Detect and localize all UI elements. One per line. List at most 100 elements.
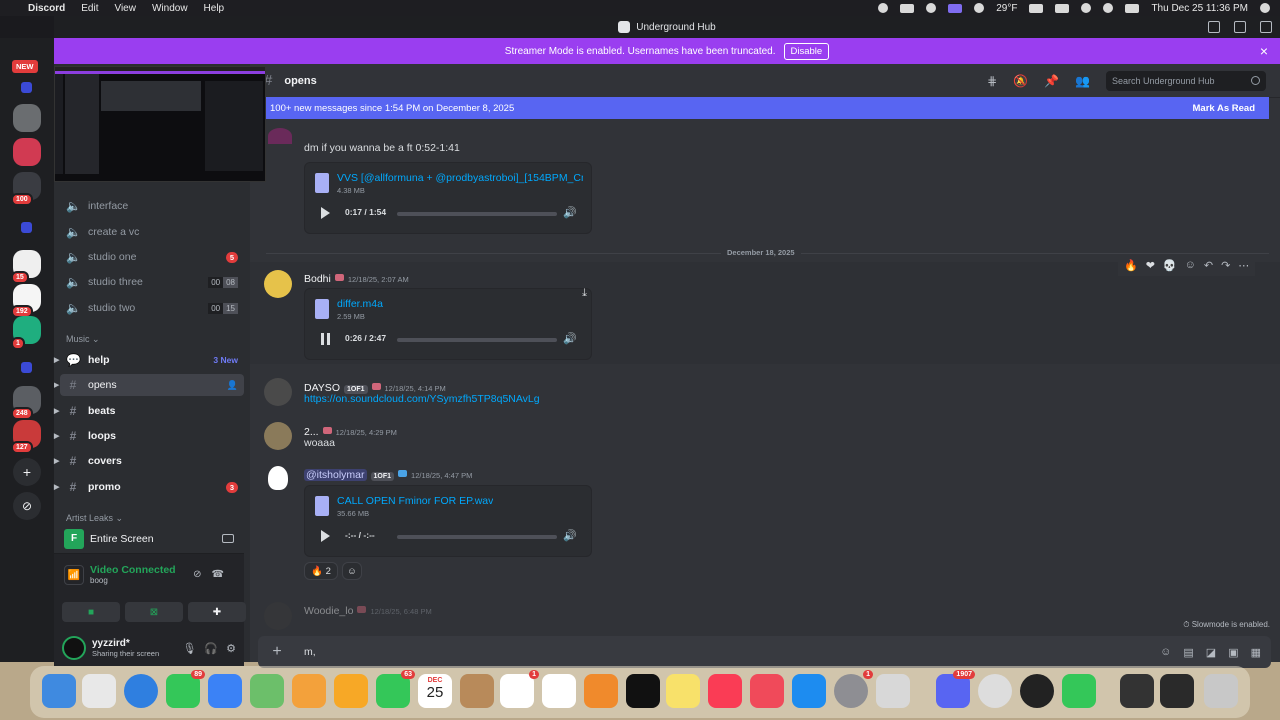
username[interactable]: @itsholymar [304, 469, 367, 481]
freeform-icon[interactable] [542, 674, 576, 708]
signal-icon[interactable]: 📶 [64, 564, 84, 585]
server-icon-1[interactable] [13, 104, 41, 132]
message-link[interactable]: https://on.soundcloud.com/YSymzfh5TP8q5N… [304, 393, 540, 405]
seek-bar[interactable] [397, 535, 557, 539]
image-icon[interactable]: ▣ [1228, 646, 1238, 659]
photos-icon[interactable] [292, 674, 326, 708]
channel-studio-three[interactable]: 🔈 studio three 00 08 [60, 271, 244, 293]
extension-icon[interactable] [974, 3, 985, 13]
server-folder-2[interactable] [13, 214, 41, 242]
seek-bar[interactable] [397, 338, 557, 342]
apple-tv-icon[interactable] [626, 674, 660, 708]
server-icon-8[interactable]: 127 [11, 420, 41, 454]
mail-icon[interactable] [208, 674, 242, 708]
contacts-icon[interactable] [460, 674, 494, 708]
gif-icon[interactable]: ▤ [1183, 646, 1193, 659]
iphone-mirroring-icon[interactable] [876, 674, 910, 708]
reply-icon[interactable]: ↶ [1204, 259, 1213, 272]
camera-button[interactable]: ■ [62, 602, 120, 622]
news-icon[interactable] [750, 674, 784, 708]
gear-icon[interactable]: ⚙ [226, 642, 236, 655]
battery-icon[interactable] [1055, 3, 1070, 13]
headphones-icon[interactable]: 🎧 [204, 642, 218, 655]
message-composer[interactable]: + m, ☺ ▤ ◪ ▣ ▦ [258, 636, 1271, 668]
calendar-icon[interactable]: DEC 25 [418, 674, 452, 708]
server-icon-3[interactable]: 100 [11, 172, 41, 206]
skull-reaction-icon[interactable]: 💀 [1163, 259, 1177, 272]
voice-channel-name[interactable]: boog [90, 576, 176, 585]
gift-icon[interactable]: ☺ [1160, 646, 1171, 659]
mute-bell-icon[interactable]: 🔕 [1013, 74, 1028, 88]
facetime-icon[interactable]: 63 [376, 670, 415, 708]
disc-utility-icon[interactable] [978, 674, 1012, 708]
server-icon-2[interactable] [13, 138, 41, 166]
window-thumbnail[interactable] [1120, 674, 1154, 708]
username[interactable]: yyzzird* [92, 638, 159, 649]
voice-status-label[interactable]: Video Connected [90, 564, 176, 576]
channel-beats[interactable]: ▶ # beats [54, 400, 244, 422]
disable-button[interactable]: Disable [783, 42, 830, 60]
download-icon[interactable]: ⤓ [582, 287, 587, 300]
explore-icon[interactable]: ⊘ [13, 492, 41, 520]
volume-icon[interactable]: 🔊 [563, 206, 577, 219]
activities-button[interactable]: ✚ [188, 602, 246, 622]
reminders-icon[interactable]: 1 [500, 670, 539, 708]
avatar[interactable] [264, 270, 292, 298]
help-icon[interactable] [1260, 21, 1272, 33]
messages-icon[interactable]: 89 [166, 670, 205, 708]
siri-icon[interactable] [1260, 3, 1270, 13]
fire-reaction-icon[interactable]: 🔥 [1124, 259, 1138, 272]
reaction-fire[interactable]: 🔥 2 [304, 562, 338, 580]
category-music[interactable]: Music ⌄ [66, 334, 100, 345]
window-icon[interactable] [1029, 3, 1044, 13]
avatar[interactable] [264, 422, 292, 450]
server-icon-6[interactable]: 1 [11, 316, 41, 350]
music-icon[interactable] [708, 674, 742, 708]
fl-studio-icon[interactable] [584, 674, 618, 708]
screen-share-icon[interactable] [948, 3, 963, 13]
discord-icon[interactable]: 1907 [936, 670, 975, 708]
pages-icon[interactable] [334, 674, 368, 708]
clock-text[interactable]: Thu Dec 25 11:36 PM [1151, 3, 1248, 14]
stream-preview-row[interactable]: F Entire Screen [54, 524, 244, 554]
screen-share-button[interactable]: ⊠ [125, 602, 183, 622]
obs-icon[interactable] [1020, 674, 1054, 708]
server-icon-4[interactable]: 15 [11, 250, 41, 284]
voice-controls-icon[interactable]: ⊘☎ [193, 569, 234, 580]
menu-edit[interactable]: Edit [81, 3, 98, 14]
menu-app-name[interactable]: Discord [28, 3, 65, 14]
maps-icon[interactable] [250, 674, 284, 708]
file-name[interactable]: differ.m4a [337, 298, 383, 310]
control-center-icon[interactable] [1125, 3, 1140, 13]
window-thumbnail[interactable] [1160, 674, 1194, 708]
menu-view[interactable]: View [114, 3, 136, 14]
pin-icon[interactable]: 📌 [1044, 74, 1059, 88]
invite-icon[interactable]: 👤 [227, 380, 238, 391]
pin-icon[interactable] [1208, 21, 1220, 33]
forward-icon[interactable]: ↷ [1221, 259, 1230, 272]
username[interactable]: Woodie_lo [304, 605, 353, 617]
status-icon[interactable] [878, 3, 889, 13]
safari-icon[interactable] [124, 674, 158, 708]
screen-share-preview[interactable] [54, 66, 266, 182]
volume-icon[interactable]: 🔊 [563, 529, 577, 542]
inbox-icon[interactable] [1234, 21, 1246, 33]
channel-covers[interactable]: ▶ # covers [54, 450, 244, 472]
apps-icon[interactable]: ▦ [1251, 646, 1261, 659]
focus-icon[interactable] [926, 3, 937, 13]
add-reaction-button[interactable]: ☺ [342, 562, 362, 580]
stop-stream-icon[interactable] [222, 534, 234, 543]
server-folder-3[interactable] [13, 354, 41, 382]
avatar[interactable] [268, 466, 288, 490]
trash-icon[interactable] [1204, 674, 1238, 708]
channel-loops[interactable]: ▶ # loops [54, 425, 244, 447]
facetime-window-icon[interactable] [1062, 674, 1096, 708]
more-icon[interactable]: ⋯ [1238, 259, 1249, 272]
finder-icon[interactable] [42, 674, 76, 708]
microphone-icon[interactable]: 🎙 [182, 642, 196, 655]
new-messages-bar[interactable]: 100+ new messages since 1:54 PM on Decem… [266, 97, 1269, 119]
file-name[interactable]: CALL OPEN Fminor FOR EP.wav [337, 495, 493, 507]
heart-reaction-icon[interactable]: ❤ [1146, 259, 1155, 272]
sticker-icon[interactable]: ◪ [1206, 646, 1216, 659]
avatar[interactable] [268, 128, 292, 144]
